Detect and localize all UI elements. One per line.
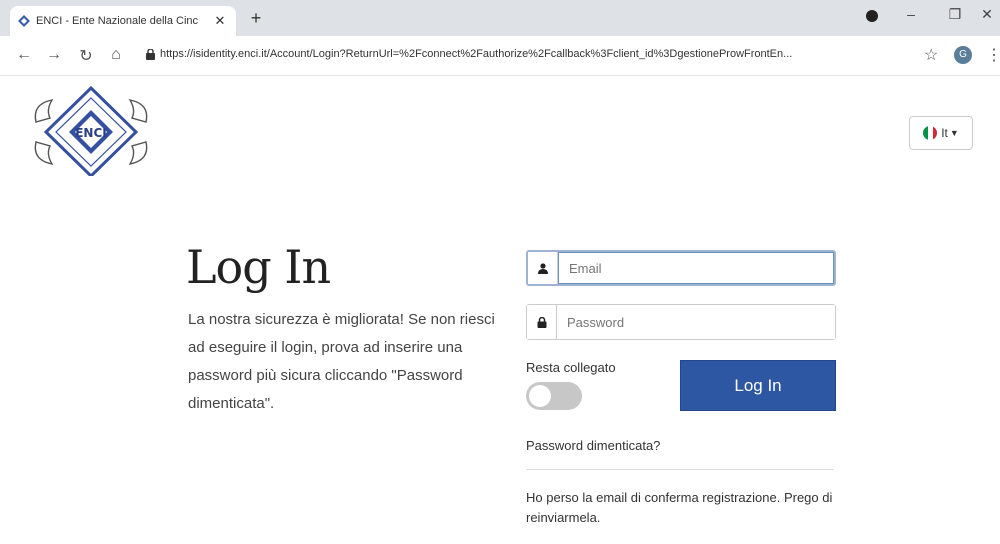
logo-text: ENCI xyxy=(75,126,107,140)
browser-tab-title: ENCI - Ente Nazionale della Cinc xyxy=(36,15,199,27)
recording-indicator-icon[interactable] xyxy=(866,10,878,22)
address-bar-url[interactable]: https://isidentity.enci.it/Account/Login… xyxy=(160,48,905,60)
site-favicon-icon xyxy=(18,15,30,27)
remember-me-toggle[interactable] xyxy=(526,382,582,410)
reload-icon[interactable]: ↻ xyxy=(76,46,96,66)
email-input[interactable] xyxy=(558,252,834,284)
language-label: It xyxy=(941,126,948,140)
enci-logo-icon[interactable]: ENCI xyxy=(26,86,156,176)
lock-field-icon xyxy=(527,305,557,339)
page-title: Log In xyxy=(186,240,331,294)
browser-tab-active[interactable]: ENCI - Ente Nazionale della Cinc ✕ xyxy=(10,6,236,36)
browser-tab-strip: ENCI - Ente Nazionale della Cinc ✕ + – ❐… xyxy=(0,0,1000,36)
profile-avatar[interactable]: G xyxy=(954,46,972,64)
minimize-window-icon[interactable]: – xyxy=(896,6,926,22)
bookmark-star-icon[interactable]: ☆ xyxy=(924,45,938,65)
login-button[interactable]: Log In xyxy=(680,360,836,411)
close-window-icon[interactable]: ✕ xyxy=(972,6,1000,23)
new-tab-button[interactable]: + xyxy=(246,8,266,29)
restore-window-icon[interactable]: ❐ xyxy=(940,6,970,23)
language-selector[interactable]: It ▼ xyxy=(909,116,973,150)
forgot-password-link[interactable]: Password dimenticata? xyxy=(526,438,660,453)
home-icon[interactable]: ⌂ xyxy=(106,46,126,64)
remember-me-label: Resta collegato xyxy=(526,360,616,375)
italian-flag-icon xyxy=(923,126,938,140)
resend-confirmation-link[interactable]: Ho perso la email di conferma registrazi… xyxy=(526,488,846,528)
password-field[interactable] xyxy=(526,304,836,340)
chevron-down-icon: ▼ xyxy=(949,128,959,138)
lock-icon[interactable] xyxy=(146,49,155,60)
browser-toolbar: ← → ↻ ⌂ https://isidentity.enci.it/Accou… xyxy=(0,36,1000,76)
email-field[interactable] xyxy=(526,250,836,286)
security-notice: La nostra sicurezza è migliorata! Se non… xyxy=(188,311,495,412)
tab-close-icon[interactable]: ✕ xyxy=(212,13,228,29)
divider xyxy=(526,469,834,470)
toggle-knob xyxy=(529,385,551,407)
user-icon xyxy=(528,252,558,284)
back-arrow-icon[interactable]: ← xyxy=(14,46,34,64)
forward-arrow-icon[interactable]: → xyxy=(44,46,64,64)
password-input[interactable] xyxy=(557,305,835,339)
browser-menu-icon[interactable]: ⋮ xyxy=(986,45,1000,65)
